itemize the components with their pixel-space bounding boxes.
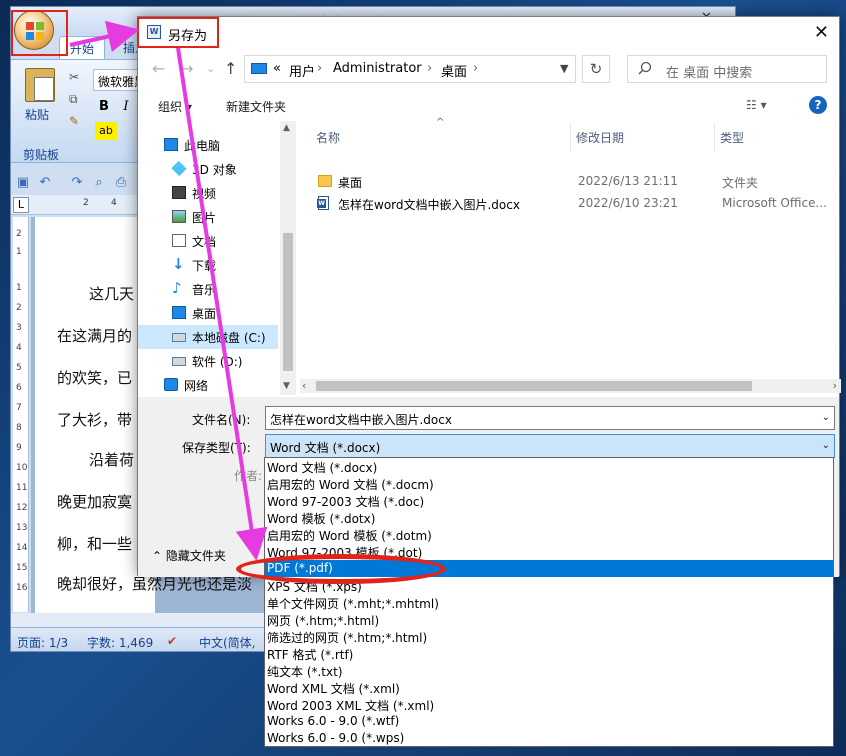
arrow-to-save-as: [69, 20, 140, 53]
arrow-to-pdf: [176, 47, 268, 561]
annotation-arrows: [69, 20, 268, 561]
